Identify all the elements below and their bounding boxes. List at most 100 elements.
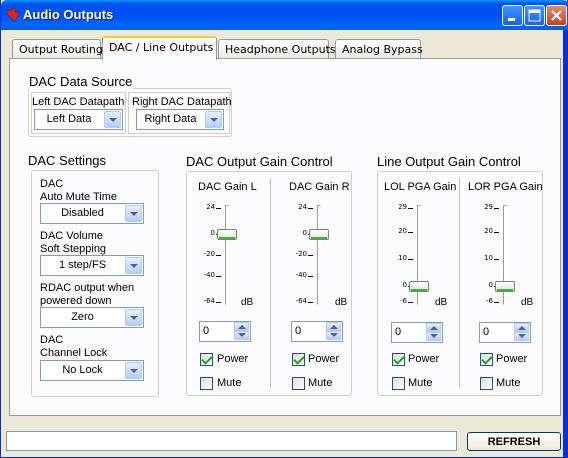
spin-down-icon[interactable] [426,332,441,341]
slider-thumb[interactable] [495,281,515,292]
lol-gain-unit: dB [435,297,448,308]
lol-mute-checkbox[interactable] [392,377,405,390]
slider-tick-label: 10 [484,254,493,262]
dac-gain-r-mute-label: Mute [308,377,333,389]
slider-tick [216,208,221,209]
slider-tick-label: 24 [206,203,215,211]
tab-headphone-outputs[interactable]: Headphone Outputs [218,39,336,59]
lor-power-checkbox[interactable] [480,353,493,366]
lor-gain-label: LOR PGA Gain [468,181,543,193]
spin-down-icon[interactable] [326,331,341,340]
slider-tick-label: -20 [203,250,215,258]
lor-mute-label: Mute [496,377,521,389]
slider-tick-label: -20 [295,250,307,258]
dac-gain-r-power-checkbox[interactable] [292,353,305,366]
left-datapath-select[interactable]: Left Data [34,109,123,130]
chevron-down-icon[interactable] [104,111,121,128]
dac-gain-l-power-checkbox[interactable] [200,353,213,366]
maximize-icon [528,9,541,22]
dac-gain-l-label: DAC Gain L [198,181,257,193]
tab-output-routing[interactable]: Output Routing [12,39,103,59]
dac-gain-r-value: 0 [295,325,302,337]
dac-gain-r-spinbox[interactable]: 0 [291,321,343,342]
slider-tick [408,302,413,303]
slider-tick-label: 29 [398,203,407,211]
slider-tick [494,232,499,233]
spin-up-icon[interactable] [234,322,249,331]
slider-tick-label: 0 [210,229,215,237]
spin-down-icon[interactable] [234,331,249,340]
slider-tick [308,276,313,277]
maximize-button[interactable] [524,5,545,26]
line-gain-divider [459,178,460,388]
slider-tick [216,276,221,277]
slider-thumb[interactable] [217,229,237,240]
slider-tick [216,255,221,256]
rdac-value: Zero [71,311,94,323]
lol-gain-label: LOL PGA Gain [384,181,457,193]
slider-tick [216,302,221,303]
slider-tick-label: 0 [302,229,307,237]
minimize-icon [508,18,515,21]
spin-up-icon[interactable] [326,322,341,331]
dac-gain-r-unit: dB [335,297,348,308]
slider-track[interactable] [317,205,321,305]
auto-mute-select[interactable]: Disabled [40,203,144,224]
lol-power-checkbox[interactable] [392,353,405,366]
lor-gain-spinbox[interactable]: 0 [479,322,531,343]
slider-tick-label: 20 [398,227,407,235]
title-bar[interactable]: Audio Outputs [1,0,568,30]
close-button[interactable] [546,5,567,26]
soft-step-label-2: Soft Stepping [40,243,107,255]
dac-gain-r-power-label: Power [308,353,340,365]
slider-track[interactable] [225,205,229,305]
lor-gain-unit: dB [521,297,534,308]
right-datapath-select[interactable]: Right Data [136,109,224,130]
spin-up-icon[interactable] [514,323,529,332]
dac-gain-l-spinbox[interactable]: 0 [199,321,251,342]
channel-lock-value: No Lock [62,364,103,376]
dac-gain-l-mute-checkbox[interactable] [200,377,213,390]
tab-analog-bypass[interactable]: Analog Bypass [335,39,423,59]
right-datapath-value: Right Data [144,113,197,125]
slider-tick-label: 24 [298,203,307,211]
spin-down-icon[interactable] [514,332,529,341]
slider-tick [494,259,499,260]
rdac-select[interactable]: Zero [40,307,144,328]
refresh-button[interactable]: REFRESH [467,432,561,451]
slider-tick-label: 20 [484,227,493,235]
dac-gain-divider [270,178,271,388]
ti-logo-icon [6,7,20,23]
tab-dac-line-outputs[interactable]: DAC / Line Outputs [102,36,217,60]
spin-up-icon[interactable] [426,323,441,332]
chevron-down-icon[interactable] [125,205,142,222]
dac-settings-title: DAC Settings [27,153,108,168]
dac-gain-r-mute-checkbox[interactable] [292,377,305,390]
slider-thumb[interactable] [409,281,429,292]
lol-gain-spinbox[interactable]: 0 [391,322,443,343]
chevron-down-icon[interactable] [125,309,142,326]
left-datapath-label: Left DAC Datapath [32,96,125,108]
soft-step-value: 1 step/FS [58,259,107,271]
slider-tick [308,255,313,256]
chevron-down-icon[interactable] [125,257,142,274]
slider-tick [408,259,413,260]
rdac-label-2: powered down [40,295,112,307]
lor-mute-checkbox[interactable] [480,377,493,390]
channel-lock-select[interactable]: No Lock [40,360,144,381]
status-field[interactable] [6,431,457,451]
soft-step-select[interactable]: 1 step/FS [40,255,144,276]
lol-power-label: Power [408,353,440,365]
dac-gain-l-power-label: Power [217,353,249,365]
line-gain-title: Line Output Gain Control [376,154,522,169]
chevron-down-icon[interactable] [125,362,142,379]
slider-thumb[interactable] [309,229,329,240]
chevron-down-icon[interactable] [205,111,222,128]
minimize-button[interactable] [502,5,523,26]
slider-tick-label: -6 [400,297,407,305]
auto-mute-label-1: DAC [40,178,64,190]
slider-tick-label: -40 [295,271,307,279]
soft-step-label-1: DAC Volume [40,230,103,242]
window-border [563,30,568,458]
slider-tick-label: -40 [203,271,215,279]
